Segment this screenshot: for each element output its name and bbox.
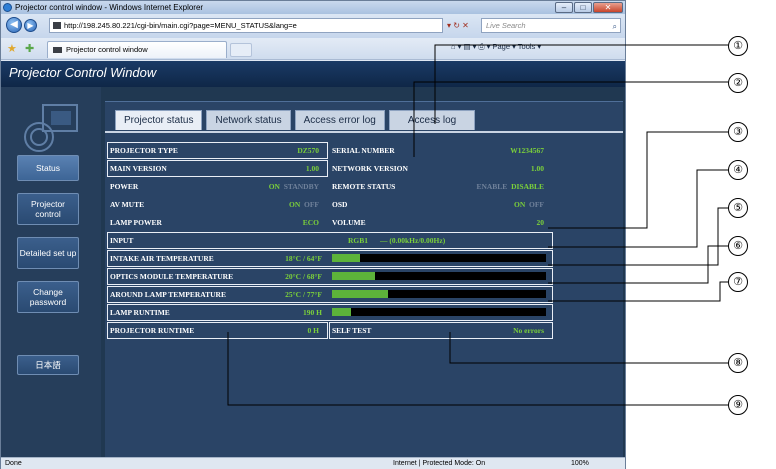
av-mute-on-value: ON <box>289 200 301 209</box>
sidebar-projector-control-button[interactable]: Projector control <box>17 193 79 225</box>
print-icon[interactable]: ⎙ ▾ <box>479 42 491 51</box>
sidebar-detailed-setup-button[interactable]: Detailed set up <box>17 237 79 269</box>
intake-air-temp-highlight <box>107 250 553 267</box>
power-row: POWER ON STANDBY <box>110 180 325 193</box>
projector-type-highlight <box>107 142 328 159</box>
serial-number-label: SERIAL NUMBER <box>332 146 395 155</box>
callout-9: ⑨ <box>728 395 748 415</box>
tab-access-error-log[interactable]: Access error log <box>294 110 385 130</box>
osd-row: OSD ON OFF <box>332 198 550 211</box>
browser-tab-title: Projector control window <box>66 45 148 54</box>
security-zone-text: Internet | Protected Mode: On <box>393 460 486 467</box>
power-on-value: ON <box>268 182 280 191</box>
projector-logo-icon <box>24 104 78 152</box>
maximize-icon[interactable]: □ <box>574 2 592 13</box>
search-icon[interactable]: ⌕ <box>613 20 617 33</box>
sidebar-japanese-button[interactable]: 日本語 <box>17 355 79 375</box>
sidebar-change-password-button[interactable]: Change password <box>17 281 79 313</box>
lamp-power-value: ECO <box>302 218 319 227</box>
network-version-row: NETWORK VERSION 1.00 <box>332 162 550 175</box>
callout-5: ⑤ <box>728 198 748 218</box>
callout-4: ④ <box>728 160 748 180</box>
callout-7: ⑦ <box>728 272 748 292</box>
sidebar-status-button[interactable]: Status <box>17 155 79 181</box>
self-test-highlight <box>329 322 553 339</box>
serial-number-value: W1234567 <box>510 146 544 155</box>
volume-row: VOLUME 20 <box>332 216 550 229</box>
av-mute-row: AV MUTE ON OFF <box>110 198 325 211</box>
search-input[interactable]: Live Search ⌕ <box>481 18 621 33</box>
favorites-star-icon[interactable]: ★ <box>7 42 17 55</box>
new-tab-button[interactable] <box>230 43 252 57</box>
lamp-runtime-highlight <box>107 304 553 321</box>
remote-status-row: REMOTE STATUS ENABLE DISABLE <box>332 180 550 193</box>
home-icon[interactable]: ⌂ ▾ <box>451 42 461 51</box>
minimize-icon[interactable]: – <box>555 2 573 13</box>
refresh-stop-controls[interactable]: ▾ ↻ ✕ <box>447 18 477 33</box>
page-content: Projector Control Window Status Projecto… <box>1 61 625 457</box>
browser-status-bar: Done Internet | Protected Mode: On 100% <box>1 457 625 469</box>
address-bar: ◀ ▶ http://198.245.80.221/cgi-bin/main.c… <box>1 14 625 38</box>
status-tabs: Projector status Network status Access e… <box>115 110 476 130</box>
network-version-label: NETWORK VERSION <box>332 164 408 173</box>
ie-icon <box>3 3 12 12</box>
network-version-value: 1.00 <box>530 164 544 173</box>
lamp-power-label: LAMP POWER <box>110 218 162 227</box>
browser-window: Projector control window - Windows Inter… <box>0 0 626 469</box>
callout-8: ⑧ <box>728 353 748 373</box>
window-title: Projector control window - Windows Inter… <box>15 3 204 12</box>
av-mute-off-value: OFF <box>304 200 319 209</box>
favorites-bar: ★ ✚ Projector control window ⌂ ▾ ▤ ▾ ⎙ ▾… <box>1 38 625 60</box>
tab-access-log[interactable]: Access log <box>388 110 476 130</box>
power-label: POWER <box>110 182 139 191</box>
remote-enable-value: ENABLE <box>476 182 508 191</box>
search-placeholder: Live Search <box>486 21 526 30</box>
remote-disable-value: DISABLE <box>511 182 544 191</box>
forward-arrow-icon[interactable]: ▶ <box>24 19 37 32</box>
zoom-level[interactable]: 100% <box>571 458 589 469</box>
page-header: Projector Control Window <box>1 61 625 87</box>
feeds-icon[interactable]: ▤ ▾ <box>463 42 476 51</box>
lamp-power-row: LAMP POWER ECO <box>110 216 325 229</box>
optics-module-temp-highlight <box>107 268 553 285</box>
callout-3: ③ <box>728 122 748 142</box>
callout-2: ② <box>728 73 748 93</box>
page-title: Projector Control Window <box>9 65 157 80</box>
add-favorites-icon[interactable]: ✚ <box>25 42 34 55</box>
osd-label: OSD <box>332 200 348 209</box>
remote-status-label: REMOTE STATUS <box>332 182 396 191</box>
page-body: Status Projector control Detailed set up… <box>1 87 625 457</box>
tab-projector-status[interactable]: Projector status <box>115 110 203 130</box>
url-text: http://198.245.80.221/cgi-bin/main.cgi?p… <box>64 21 297 30</box>
serial-number-row: SERIAL NUMBER W1234567 <box>332 144 550 157</box>
input-highlight <box>107 232 553 249</box>
projector-runtime-highlight <box>107 322 328 339</box>
callout-6: ⑥ <box>728 236 748 256</box>
url-input[interactable]: http://198.245.80.221/cgi-bin/main.cgi?p… <box>49 18 443 33</box>
callout-1: ① <box>728 36 748 56</box>
volume-value: 20 <box>536 218 545 227</box>
power-standby-value: STANDBY <box>283 182 319 191</box>
around-lamp-temp-highlight <box>107 286 553 303</box>
browser-tab[interactable]: Projector control window <box>47 41 227 58</box>
command-bar[interactable]: ⌂ ▾ ▤ ▾ ⎙ ▾ Page ▾ Tools ▾ <box>451 42 541 52</box>
osd-on-value: ON <box>514 200 526 209</box>
tab-network-status[interactable]: Network status <box>206 110 291 130</box>
page-icon <box>53 22 61 29</box>
volume-label: VOLUME <box>332 218 366 227</box>
command-bar-menus[interactable]: Page ▾ Tools ▾ <box>492 42 541 51</box>
tab-page-icon <box>53 47 62 53</box>
av-mute-label: AV MUTE <box>110 200 145 209</box>
main-version-highlight <box>107 160 328 177</box>
status-panel: Projector status Network status Access e… <box>105 101 623 457</box>
window-titlebar: Projector control window - Windows Inter… <box>1 1 625 14</box>
status-done-text: Done <box>5 460 22 467</box>
back-arrow-icon[interactable]: ◀ <box>6 17 22 33</box>
osd-off-value: OFF <box>529 200 544 209</box>
tabs-underline <box>105 131 623 133</box>
close-icon[interactable]: ✕ <box>593 2 623 13</box>
